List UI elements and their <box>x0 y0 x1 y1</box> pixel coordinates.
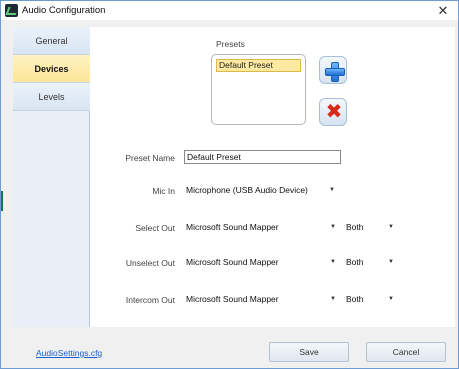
close-icon[interactable]: ✕ <box>434 2 452 19</box>
select-out-channel-value: Both <box>346 222 364 232</box>
mic-in-select[interactable]: Microphone (USB Audio Device) ▼ <box>184 183 340 198</box>
audio-settings-file-link[interactable]: AudioSettings.cfg <box>36 348 102 358</box>
tab-devices[interactable]: Devices <box>13 55 90 83</box>
window-edge-accent <box>1 191 3 211</box>
chevron-down-icon: ▼ <box>388 296 394 302</box>
mic-in-value: Microphone (USB Audio Device) <box>186 185 308 195</box>
chevron-down-icon: ▼ <box>330 259 336 265</box>
preset-name-input[interactable] <box>184 150 341 164</box>
unselect-out-select[interactable]: Microsoft Sound Mapper ▼ <box>184 255 341 270</box>
remove-preset-button[interactable]: ✖ <box>319 98 347 126</box>
side-nav: General Devices Levels <box>13 27 90 327</box>
chevron-down-icon: ▼ <box>330 224 336 230</box>
mic-in-label: Mic In <box>152 186 175 196</box>
window-title: Audio Configuration <box>22 5 106 16</box>
unselect-out-value: Microsoft Sound Mapper <box>186 257 279 267</box>
intercom-out-channel-value: Both <box>346 294 364 304</box>
presets-label: Presets <box>216 39 245 49</box>
intercom-out-label: Intercom Out <box>125 295 175 305</box>
preset-item-default[interactable]: Default Preset <box>216 59 301 72</box>
title-bar: Audio Configuration ✕ <box>1 1 458 20</box>
chevron-down-icon: ▼ <box>388 259 394 265</box>
select-out-select[interactable]: Microsoft Sound Mapper ▼ <box>184 220 341 235</box>
intercom-out-channel-select[interactable]: Both ▼ <box>344 292 399 307</box>
app-icon <box>5 4 18 17</box>
unselect-out-channel-select[interactable]: Both ▼ <box>344 255 399 270</box>
select-out-value: Microsoft Sound Mapper <box>186 222 279 232</box>
tab-levels[interactable]: Levels <box>13 83 90 111</box>
plus-icon <box>325 62 345 82</box>
preset-name-label: Preset Name <box>125 153 175 163</box>
unselect-out-channel-value: Both <box>346 257 364 267</box>
unselect-out-label: Unselect Out <box>125 258 175 268</box>
save-button[interactable]: Save <box>269 342 349 362</box>
chevron-down-icon: ▼ <box>330 296 336 302</box>
cancel-button[interactable]: Cancel <box>366 342 446 362</box>
select-out-label: Select Out <box>135 223 175 233</box>
x-icon: ✖ <box>325 101 343 123</box>
chevron-down-icon: ▼ <box>329 187 335 193</box>
chevron-down-icon: ▼ <box>388 224 394 230</box>
presets-list[interactable]: Default Preset <box>211 54 306 125</box>
intercom-out-select[interactable]: Microsoft Sound Mapper ▼ <box>184 292 341 307</box>
select-out-channel-select[interactable]: Both ▼ <box>344 220 399 235</box>
tab-general[interactable]: General <box>13 27 90 55</box>
intercom-out-value: Microsoft Sound Mapper <box>186 294 279 304</box>
audio-configuration-window: Audio Configuration ✕ General Devices Le… <box>0 0 459 369</box>
add-preset-button[interactable] <box>319 56 347 84</box>
